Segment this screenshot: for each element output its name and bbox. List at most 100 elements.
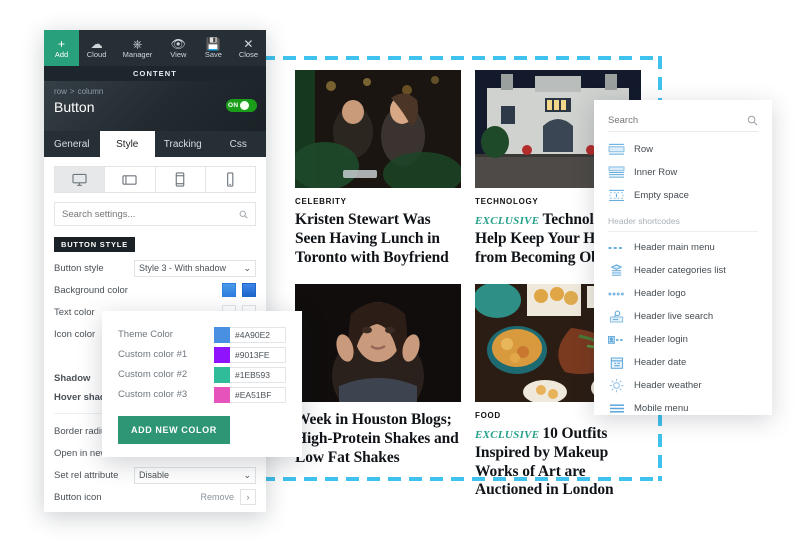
- article-card[interactable]: Week in Houston Blogs; High-Protein Shak…: [295, 283, 461, 501]
- cloud-button[interactable]: ☁ Cloud: [79, 30, 114, 66]
- shortcode-item-header-login[interactable]: Header login: [608, 328, 758, 351]
- set-rel-select[interactable]: Disable ⌄: [134, 466, 256, 484]
- chevron-down-icon: ⌄: [243, 262, 251, 273]
- article-thumbnail[interactable]: [295, 70, 461, 188]
- builder-toolbar: + Add ☁ Cloud ⎈ Manager 👁 View 💾 Save ✕: [44, 30, 266, 66]
- tab-style[interactable]: Style: [99, 131, 155, 157]
- shortcode-item-header-live-search[interactable]: Header live search: [608, 305, 758, 328]
- shortcode-label: Header live search: [634, 311, 714, 322]
- search-settings-input[interactable]: [62, 208, 235, 220]
- add-button[interactable]: + Add: [44, 30, 80, 66]
- view-button-label: View: [170, 49, 187, 59]
- shortcodes-search[interactable]: [608, 110, 758, 132]
- breadcrumb: row > column: [54, 87, 256, 96]
- color-hex-input[interactable]: #1EB593: [230, 366, 286, 383]
- cloud-button-label: Cloud: [86, 49, 107, 59]
- field-label: Set rel attribute: [54, 469, 119, 481]
- shortcode-item-header-date[interactable]: Header date: [608, 351, 758, 374]
- empty-space-icon: [608, 189, 625, 202]
- calendar-icon: [608, 356, 625, 370]
- eye-icon: 👁: [170, 36, 186, 51]
- field-set-rel-attribute: Set rel attribute Disable ⌄: [54, 464, 256, 486]
- enable-toggle[interactable]: ON: [226, 99, 257, 112]
- chevron-right-icon[interactable]: ›: [240, 489, 256, 505]
- builder-hero: row > column Button ON: [44, 81, 266, 131]
- settings-search[interactable]: [54, 202, 256, 226]
- shortcode-item-inner-row[interactable]: Inner Row: [608, 161, 758, 184]
- shortcode-label: Empty space: [634, 190, 689, 201]
- color-hex-input[interactable]: #9013FE: [230, 346, 286, 363]
- logo-icon: [608, 290, 625, 298]
- live-search-icon: [608, 310, 625, 324]
- categories-list-icon: [608, 263, 625, 278]
- device-tablet-portrait[interactable]: [156, 167, 206, 192]
- cloud-icon: ☁: [90, 36, 103, 51]
- breadcrumb-child[interactable]: column: [78, 87, 104, 96]
- set-rel-value: Disable: [139, 470, 170, 480]
- button-style-select[interactable]: Style 3 - With shadow ⌄: [134, 259, 256, 277]
- close-button-label: Close: [238, 49, 259, 59]
- article-row-2: Week in Houston Blogs; High-Protein Shak…: [295, 283, 641, 501]
- close-button[interactable]: ✕ Close: [231, 30, 266, 66]
- tab-tracking[interactable]: Tracking: [155, 131, 211, 157]
- shortcode-item-header-logo[interactable]: Header logo: [608, 282, 758, 305]
- background-color-swatch-hover[interactable]: [242, 283, 256, 297]
- section-label: BUTTON STYLE: [54, 237, 135, 252]
- tab-css[interactable]: Css: [211, 131, 267, 157]
- exclusive-badge: EXCLUSIVE: [475, 428, 540, 441]
- tab-general[interactable]: General: [44, 131, 100, 157]
- article-title: Kristen Stewart Was Seen Having Lunch in…: [295, 211, 461, 268]
- color-swatch[interactable]: [214, 326, 230, 343]
- color-swatch[interactable]: [214, 346, 230, 363]
- article-grid: CELEBRITY Kristen Stewart Was Seen Havin…: [295, 70, 641, 501]
- color-row: Custom color #2 #1EB593: [118, 365, 286, 384]
- shortcode-label: Header categories list: [634, 265, 726, 276]
- article-title: EXCLUSIVE 10 Outfits Inspired by Makeup W…: [475, 425, 641, 501]
- color-hex-input[interactable]: #4A90E2: [230, 326, 286, 343]
- shortcode-label: Row: [634, 144, 654, 155]
- exclusive-badge: EXCLUSIVE: [475, 215, 540, 227]
- dashed-frame-top: [262, 56, 662, 60]
- color-name: Custom color #3: [118, 389, 188, 400]
- shortcode-item-mobile-menu[interactable]: Mobile menu: [608, 397, 758, 420]
- login-icon: [608, 335, 625, 345]
- device-tablet-landscape[interactable]: [105, 167, 156, 192]
- field-label: Button icon: [54, 491, 102, 503]
- field-button-icon: Button icon Remove ›: [54, 486, 256, 508]
- color-swatch[interactable]: [214, 366, 230, 383]
- remove-icon-link[interactable]: Remove: [200, 492, 234, 502]
- sun-icon: [608, 378, 625, 393]
- manager-button-label: Manager: [122, 49, 153, 59]
- builder-tabs: General Style Tracking Css: [44, 131, 266, 157]
- color-name: Custom color #2: [118, 369, 188, 380]
- shortcode-item-header-categories-list[interactable]: Header categories list: [608, 259, 758, 282]
- toggle-knob: [240, 101, 250, 110]
- save-disk-icon: 💾: [205, 36, 221, 51]
- field-label: Button style: [54, 262, 104, 274]
- background-color-swatch-normal[interactable]: [222, 283, 236, 297]
- manager-icon: ⎈: [132, 36, 143, 51]
- manager-button[interactable]: ⎈ Manager: [114, 30, 161, 66]
- shortcode-item-empty-space[interactable]: Empty space: [608, 184, 758, 207]
- shortcode-item-header-main-menu[interactable]: Header main menu: [608, 236, 758, 259]
- shortcode-item-header-weather[interactable]: Header weather: [608, 374, 758, 397]
- save-button-label: Save: [204, 49, 222, 59]
- save-button[interactable]: 💾 Save: [196, 30, 231, 66]
- device-mobile[interactable]: [206, 167, 255, 192]
- view-button[interactable]: 👁 View: [161, 30, 196, 66]
- breadcrumb-parent[interactable]: row: [54, 87, 67, 96]
- article-thumbnail[interactable]: [295, 283, 461, 402]
- field-background-color: Background color: [54, 279, 256, 301]
- color-picker-popup: Theme Color #4A90E2 Custom color #1 #901…: [102, 311, 302, 457]
- color-swatch[interactable]: [214, 386, 230, 403]
- article-card[interactable]: CELEBRITY Kristen Stewart Was Seen Havin…: [295, 70, 461, 268]
- shortcode-label: Mobile menu: [634, 403, 689, 414]
- device-desktop[interactable]: [55, 167, 106, 192]
- shortcodes-search-input[interactable]: [608, 115, 743, 126]
- toggle-label: ON: [228, 102, 239, 109]
- shortcode-item-row[interactable]: Row: [608, 138, 758, 161]
- color-hex-input[interactable]: #EA51BF: [230, 386, 286, 403]
- article-category: CELEBRITY: [295, 197, 347, 206]
- add-new-color-button[interactable]: ADD NEW COLOR: [118, 416, 230, 444]
- shortcode-label: Inner Row: [634, 167, 678, 178]
